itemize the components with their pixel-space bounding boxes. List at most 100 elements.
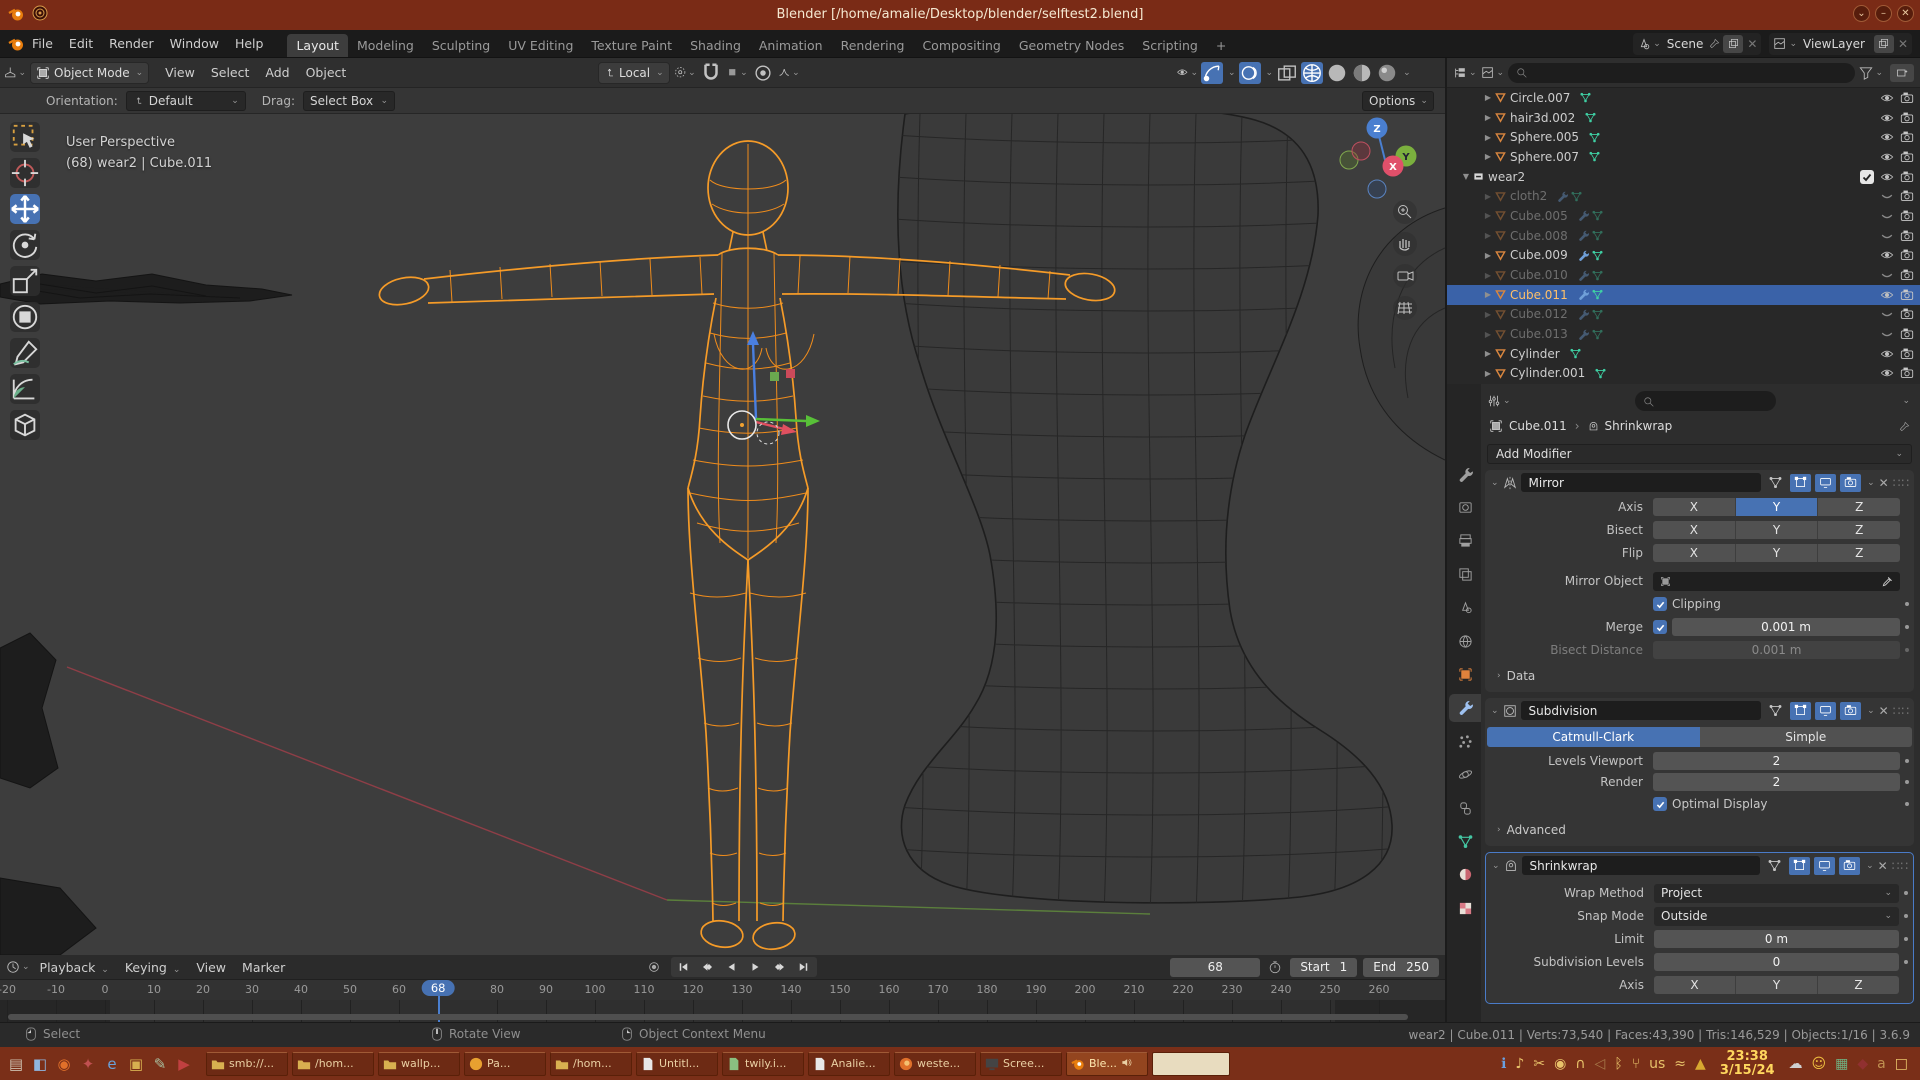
outliner-row[interactable]: ▶Sphere.007: [1447, 147, 1920, 167]
expand-icon[interactable]: ▶: [1481, 290, 1495, 299]
options-dropdown[interactable]: Options ⌄: [1362, 91, 1434, 111]
expand-icon[interactable]: ▶: [1481, 310, 1495, 319]
timeline-menu-marker[interactable]: Marker: [234, 956, 293, 979]
viewport-menu-add[interactable]: Add: [257, 61, 297, 84]
mute-icon[interactable]: ◁: [1595, 1056, 1606, 1072]
pin-icon[interactable]: [1899, 421, 1910, 432]
orientation-default-dropdown[interactable]: Default ⌄: [126, 91, 246, 111]
shading-solid-icon[interactable]: [1326, 62, 1348, 84]
blender-menu-icon[interactable]: [8, 36, 24, 52]
start-frame-field[interactable]: Start1: [1290, 958, 1357, 977]
outliner-row[interactable]: ▶Cube.010: [1447, 265, 1920, 285]
timeline-menu-playback[interactable]: Playback ⌄: [32, 956, 117, 979]
outliner-row[interactable]: ▶Cube.011: [1447, 285, 1920, 305]
outliner-row[interactable]: ▶cloth2: [1447, 186, 1920, 206]
outliner-item-name[interactable]: Sphere.005: [1510, 130, 1579, 144]
clipping-checkbox[interactable]: [1653, 597, 1667, 611]
outliner-item-name[interactable]: Cube.010: [1510, 268, 1568, 282]
launcher-browser[interactable]: ◉: [52, 1052, 76, 1076]
collection-checkbox[interactable]: [1860, 170, 1874, 184]
expand-icon[interactable]: ▶: [1481, 113, 1495, 122]
delete-modifier-icon[interactable]: ✕: [1879, 704, 1889, 718]
mirror-flip-y[interactable]: Y: [1736, 544, 1819, 562]
transform-orientation-dropdown[interactable]: Local⌄: [598, 62, 670, 84]
new-scene-button[interactable]: [1723, 35, 1743, 53]
measure-tool[interactable]: [10, 374, 40, 404]
pin-icon[interactable]: [1709, 38, 1720, 49]
properties-tab-constraints[interactable]: [1449, 794, 1481, 822]
launcher-web[interactable]: e: [100, 1052, 124, 1076]
launcher-editor[interactable]: ✦: [76, 1052, 100, 1076]
outliner-display-mode-icon[interactable]: ⌄: [1481, 66, 1505, 80]
realtime-toggle[interactable]: [1814, 857, 1835, 875]
timeline-editor-icon[interactable]: ⌄: [6, 960, 30, 974]
limit-field[interactable]: 0 m: [1654, 930, 1899, 948]
outliner-search-input[interactable]: [1508, 63, 1855, 83]
mirror-axis-z[interactable]: Z: [1818, 498, 1900, 516]
outliner-item-name[interactable]: Cylinder: [1510, 347, 1560, 361]
properties-tab-texture[interactable]: [1449, 894, 1481, 922]
properties-tab-scene[interactable]: [1449, 594, 1481, 622]
properties-tab-modifiers[interactable]: [1449, 694, 1481, 722]
gizmo-y-label[interactable]: Y: [1401, 152, 1410, 163]
outliner-row[interactable]: ▶Circle.007: [1447, 88, 1920, 108]
play-circle-icon[interactable]: ◉: [1554, 1056, 1566, 1072]
mirror-bisect-x[interactable]: X: [1653, 521, 1736, 539]
play-reverse-button[interactable]: [721, 958, 743, 976]
taskbar-window-twilyi[interactable]: twily.i...: [722, 1052, 804, 1076]
wifi-icon[interactable]: ≈: [1674, 1056, 1686, 1072]
outliner-row[interactable]: ▶Cylinder: [1447, 344, 1920, 364]
jump-to-end-button[interactable]: [793, 958, 815, 976]
on-cage-toggle[interactable]: [1765, 474, 1786, 492]
current-frame-badge[interactable]: 68: [422, 980, 455, 996]
viewport-menu-object[interactable]: Object: [298, 61, 355, 84]
package-icon[interactable]: ◆: [1857, 1056, 1868, 1072]
timeline-scrollbar[interactable]: [8, 1014, 1408, 1020]
emoji-icon[interactable]: ☺: [1812, 1056, 1827, 1072]
render-levels-field[interactable]: 2: [1653, 773, 1900, 791]
on-cage-toggle[interactable]: [1765, 702, 1786, 720]
shrinkwrap-axis-z[interactable]: Z: [1818, 976, 1899, 994]
menu-file[interactable]: File: [24, 32, 61, 55]
mirror-bisect-z[interactable]: Z: [1818, 521, 1900, 539]
outliner-row[interactable]: ▶Cylinder.001: [1447, 364, 1920, 384]
properties-tab-object-data[interactable]: [1449, 827, 1481, 855]
launcher-displays[interactable]: ◧: [28, 1052, 52, 1076]
expand-icon[interactable]: ▶: [1481, 231, 1495, 240]
mode-selector[interactable]: Object Mode ⌄: [30, 62, 149, 84]
window-icon[interactable]: □: [1895, 1056, 1908, 1072]
outliner-row[interactable]: ▶Cube.008: [1447, 226, 1920, 246]
rotate-tool[interactable]: [10, 230, 40, 260]
outliner-item-name[interactable]: Sphere.007: [1510, 150, 1579, 164]
tab-+[interactable]: +: [1207, 34, 1235, 57]
use-preview-range-icon[interactable]: [1268, 960, 1282, 974]
gizmo-z-label[interactable]: Z: [1373, 124, 1380, 135]
launcher-text[interactable]: ✎: [148, 1052, 172, 1076]
menu-render[interactable]: Render: [101, 32, 162, 55]
tab-geometry-nodes[interactable]: Geometry Nodes: [1010, 34, 1133, 57]
outliner-item-name[interactable]: Cube.005: [1510, 209, 1568, 223]
clock[interactable]: 23:38 3/15/24: [1720, 1050, 1775, 1078]
overlays-toggle-icon[interactable]: [1239, 62, 1261, 84]
scale-tool[interactable]: [10, 266, 40, 296]
expand-icon[interactable]: ▼: [1459, 172, 1473, 181]
extras-icon[interactable]: ⌄: [1866, 861, 1874, 871]
outliner-item-name[interactable]: Cylinder.001: [1510, 366, 1585, 380]
viewlayer-selector[interactable]: ⌄ ViewLayer ✕: [1769, 33, 1912, 55]
expand-icon[interactable]: ▶: [1481, 192, 1495, 201]
visibility-eye-icon[interactable]: ⌄: [1176, 62, 1198, 84]
properties-tab-tool[interactable]: [1449, 460, 1481, 488]
up-arrow-icon[interactable]: ▲: [1695, 1056, 1706, 1072]
launcher-media[interactable]: ▶: [172, 1052, 196, 1076]
xray-toggle-icon[interactable]: [1276, 62, 1298, 84]
realtime-toggle[interactable]: [1815, 474, 1836, 492]
snap-target-icon[interactable]: ⌄: [726, 62, 748, 84]
on-cage-toggle[interactable]: [1764, 857, 1785, 875]
add-modifier-button[interactable]: Add Modifier ⌄: [1487, 444, 1912, 464]
play-button[interactable]: [745, 958, 767, 976]
shading-material-icon[interactable]: [1351, 62, 1373, 84]
gizmo-toggle-icon[interactable]: [1201, 62, 1223, 84]
snap-magnet-icon[interactable]: [700, 62, 722, 84]
delete-modifier-icon[interactable]: ✕: [1879, 476, 1889, 490]
viewport-menu-view[interactable]: View: [157, 61, 203, 84]
